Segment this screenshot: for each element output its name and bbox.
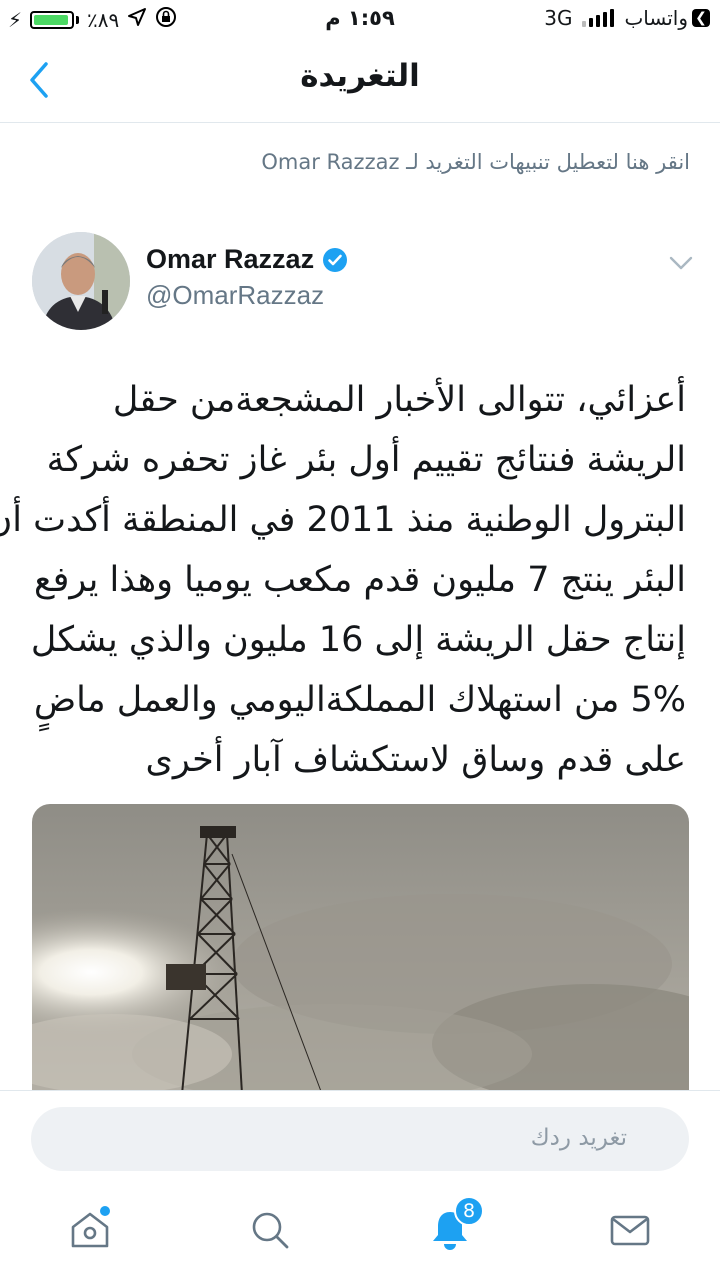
tweet-line: البترول الوطنية منذ 2011 في المنطقة أكدت… bbox=[0, 500, 686, 540]
back-app-label: واتساب bbox=[624, 6, 688, 30]
reply-input[interactable]: تغريد ردك bbox=[31, 1107, 689, 1171]
status-bar: ⚡ ٪٨٩ ١:٥٩ م 3G واتساب ❮ bbox=[0, 0, 720, 40]
tab-messages[interactable] bbox=[602, 1202, 658, 1258]
page-title: التغريدة bbox=[300, 58, 420, 94]
tab-home[interactable] bbox=[62, 1202, 118, 1258]
reply-placeholder: تغريد ردك bbox=[530, 1125, 627, 1151]
chevron-down-icon[interactable] bbox=[668, 252, 694, 274]
network-type: 3G bbox=[544, 6, 573, 30]
avatar[interactable] bbox=[32, 232, 130, 330]
signal-icon bbox=[582, 9, 615, 27]
status-right: 3G واتساب ❮ bbox=[544, 6, 710, 30]
tweet-line: البئر ينتج 7 مليون قدم مكعب يوميا وهذا ي… bbox=[33, 560, 686, 600]
tab-search[interactable] bbox=[242, 1202, 298, 1258]
nav-header: التغريدة bbox=[0, 40, 720, 123]
back-arrow-icon: ❮ bbox=[692, 9, 710, 27]
author-handle[interactable]: @OmarRazzaz bbox=[146, 280, 324, 311]
notifications-toggle-link[interactable]: انقر هنا لتعطيل تنبيهات التغريد لـ Omar … bbox=[30, 150, 690, 174]
author-name-row: Omar Razzaz bbox=[146, 244, 348, 275]
tab-notifications[interactable]: 8 bbox=[422, 1196, 484, 1258]
reply-bar: تغريد ردك bbox=[0, 1090, 720, 1189]
verified-badge-icon bbox=[323, 247, 348, 272]
tweet-line: أعزائي، تتوالى الأخبار المشجعةمن حقل bbox=[112, 380, 686, 420]
new-content-dot bbox=[98, 1204, 112, 1218]
envelope-icon bbox=[610, 1215, 650, 1246]
author-name[interactable]: Omar Razzaz bbox=[146, 244, 314, 275]
tweet-line: على قدم وساق لاستكشاف آبار أخرى bbox=[145, 740, 686, 780]
tweet-line: الريشة فنتائج تقييم أول بئر غاز تحفره شر… bbox=[46, 440, 686, 480]
back-to-app-link[interactable]: واتساب ❮ bbox=[624, 6, 710, 30]
search-icon bbox=[252, 1212, 289, 1249]
tweet-line: 5% من استهلاك المملكةاليومي والعمل ماضٍ bbox=[33, 680, 686, 720]
tweet-line: إنتاج حقل الريشة إلى 16 مليون والذي يشكل bbox=[30, 620, 686, 660]
notifications-badge: 8 bbox=[454, 1196, 484, 1226]
tweet-text: أعزائي، تتوالى الأخبار المشجعةمن حقل الر… bbox=[0, 370, 686, 790]
tab-bar: 8 bbox=[0, 1188, 720, 1280]
tweet-image[interactable] bbox=[32, 804, 689, 1094]
